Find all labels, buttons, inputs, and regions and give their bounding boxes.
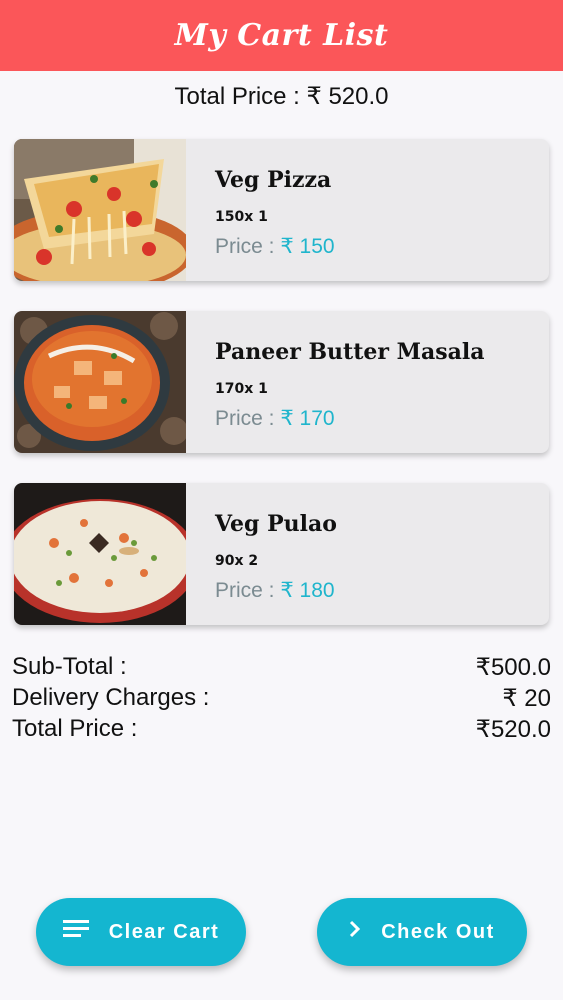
item-name: Veg Pulao bbox=[215, 511, 337, 537]
item-name: Paneer Butter Masala bbox=[215, 339, 485, 365]
price-label: Price : bbox=[215, 579, 281, 602]
chevron-right-icon bbox=[349, 920, 361, 944]
delivery-row: Delivery Charges : ₹ 20 bbox=[12, 684, 551, 716]
clear-cart-button[interactable]: Clear Cart bbox=[36, 898, 246, 966]
price-value: ₹ 150 bbox=[280, 235, 335, 258]
curry-image bbox=[14, 311, 186, 453]
pulao-image bbox=[14, 483, 186, 625]
menu-lines-icon bbox=[62, 920, 89, 944]
item-quantity: 170x 1 bbox=[215, 381, 268, 397]
price-label: Price : bbox=[215, 407, 281, 430]
price-label: Price : bbox=[215, 235, 281, 258]
item-price: Price : ₹ 150 bbox=[215, 234, 335, 259]
price-value: ₹ 170 bbox=[280, 407, 335, 430]
delivery-label: Delivery Charges : bbox=[12, 684, 210, 711]
item-quantity: 90x 2 bbox=[215, 553, 259, 569]
total-label: Total Price : bbox=[12, 715, 138, 742]
subtotal-value: ₹500.0 bbox=[475, 654, 551, 681]
clear-cart-label: Clear Cart bbox=[108, 920, 220, 943]
delivery-value: ₹ 20 bbox=[502, 685, 551, 712]
pizza-image bbox=[14, 139, 186, 281]
page-title: My Cart List bbox=[174, 18, 389, 53]
item-price: Price : ₹ 180 bbox=[215, 578, 335, 603]
cart-item[interactable]: Veg Pizza 150x 1 Price : ₹ 150 bbox=[14, 139, 549, 281]
item-price: Price : ₹ 170 bbox=[215, 406, 335, 431]
app-bar: My Cart List bbox=[0, 0, 563, 71]
item-name: Veg Pizza bbox=[215, 167, 332, 193]
subtotal-row: Sub-Total : ₹500.0 bbox=[12, 653, 551, 685]
price-value: ₹ 180 bbox=[280, 579, 335, 602]
checkout-button[interactable]: Check Out bbox=[317, 898, 527, 966]
item-quantity: 150x 1 bbox=[215, 209, 268, 225]
cart-total-price: Total Price : ₹ 520.0 bbox=[174, 83, 389, 110]
total-value: ₹520.0 bbox=[475, 716, 551, 743]
checkout-label: Check Out bbox=[381, 920, 495, 943]
cart-item[interactable]: Paneer Butter Masala 170x 1 Price : ₹ 17… bbox=[14, 311, 549, 453]
total-row: Total Price : ₹520.0 bbox=[12, 715, 551, 747]
subtotal-label: Sub-Total : bbox=[12, 653, 127, 680]
cart-item[interactable]: Veg Pulao 90x 2 Price : ₹ 180 bbox=[14, 483, 549, 625]
